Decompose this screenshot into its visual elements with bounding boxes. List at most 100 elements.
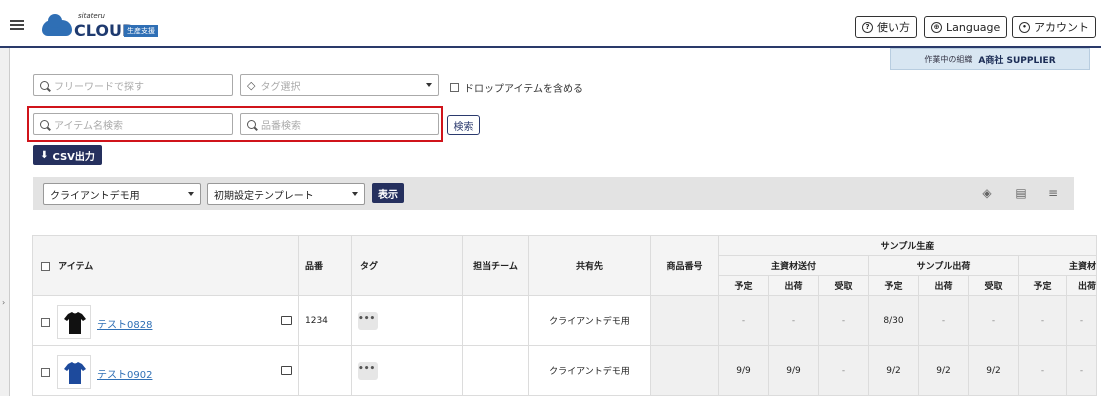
freeword-search-input[interactable]: フリーワードで探す [33, 74, 233, 96]
plan-header: 予定 [718, 275, 769, 296]
tag-more-button[interactable]: ••• [358, 361, 378, 380]
download-icon: ⬇ [40, 149, 49, 161]
date-cell[interactable]: - [768, 295, 819, 346]
checkbox[interactable] [450, 83, 459, 92]
item-cell: テスト0828 [32, 295, 299, 346]
template-select[interactable]: 初期設定テンプレート [207, 183, 365, 205]
col-item-header[interactable]: アイテム [32, 235, 299, 296]
date-cell[interactable]: - [1018, 345, 1067, 396]
main-material-2-header: 主資材 [1018, 255, 1097, 276]
table-row[interactable]: テスト0902 ••• クライアントデモ用 9/9 9/9 - 9/2 9/2 … [32, 345, 1097, 396]
include-dropped-label: ドロップアイテムを含める [464, 84, 583, 95]
sample-production-header: サンプル生産 [718, 235, 1097, 256]
ship-header: 出荷 [1066, 275, 1097, 296]
item-link[interactable]: テスト0828 [97, 316, 152, 331]
date-cell[interactable]: 9/2 [868, 345, 919, 396]
show-button[interactable]: 表示 [372, 183, 404, 203]
account-button[interactable]: • アカウント [1012, 16, 1096, 38]
tag-cell: ••• [351, 345, 463, 396]
question-icon: ? [862, 21, 873, 33]
col-team-header[interactable]: 担当チーム [462, 235, 529, 296]
language-label: Language [946, 20, 1001, 34]
tag-select[interactable]: ◇ タグ選択 [240, 74, 439, 96]
logo[interactable]: sitateru CLOUD 生産支援 [42, 12, 162, 40]
receive-header: 受取 [968, 275, 1019, 296]
date-cell[interactable]: 9/2 [968, 345, 1019, 396]
tshirt-navy-icon [64, 362, 86, 384]
user-icon: • [1019, 21, 1030, 33]
date-cell[interactable]: - [1066, 295, 1097, 346]
date-cell[interactable]: - [818, 345, 869, 396]
date-cell[interactable]: 9/9 [718, 345, 769, 396]
col-tag-header[interactable]: タグ [351, 235, 463, 296]
part-no-cell [298, 345, 352, 396]
hamburger-menu-icon[interactable] [10, 20, 24, 30]
sort-icon[interactable]: ≡ [1046, 186, 1060, 200]
tag-more-button[interactable]: ••• [358, 311, 378, 330]
chevron-down-icon [352, 192, 358, 196]
csv-label: CSV出力 [52, 151, 95, 163]
items-table: アイテム 品番 タグ 担当チーム 共有先 商品番号 サンプル生産 主資材送付 サ… [32, 235, 1097, 396]
template-select-value: 初期設定テンプレート [214, 190, 314, 202]
comment-icon[interactable] [281, 366, 292, 375]
logo-badge: 生産支援 [124, 25, 158, 37]
help-button[interactable]: ? 使い方 [855, 16, 917, 38]
account-label: アカウント [1034, 21, 1089, 34]
tag-cell: ••• [351, 295, 463, 346]
item-link[interactable]: テスト0902 [97, 366, 152, 381]
logo-small-text: sitateru [78, 12, 105, 20]
plan-header: 予定 [868, 275, 919, 296]
date-cell[interactable]: - [918, 295, 969, 346]
team-cell [462, 295, 529, 346]
row-checkbox[interactable] [41, 318, 50, 327]
sidebar-expand-icon[interactable]: › [2, 298, 5, 307]
cloud-logo-icon [42, 14, 72, 36]
select-all-checkbox[interactable] [41, 262, 50, 271]
client-select[interactable]: クライアントデモ用 [43, 183, 201, 205]
tag-placeholder: タグ選択 [260, 81, 301, 93]
view-filter-bar: クライアントデモ用 初期設定テンプレート 表示 ◈ ▤ ≡ [33, 177, 1074, 210]
date-cell[interactable]: - [968, 295, 1019, 346]
date-cell[interactable]: - [1018, 295, 1067, 346]
shared-cell: クライアントデモ用 [528, 345, 651, 396]
collapsed-sidebar[interactable]: › [0, 48, 10, 396]
product-no-cell [650, 295, 719, 346]
language-button[interactable]: ⊕ Language [924, 16, 1008, 38]
item-thumbnail[interactable] [57, 355, 91, 389]
layout-icon[interactable]: ▤ [1014, 186, 1028, 200]
chevron-down-icon [426, 83, 432, 87]
item-header-label: アイテム [58, 262, 94, 272]
ship-header: 出荷 [918, 275, 969, 296]
paint-bucket-icon[interactable]: ◈ [980, 186, 994, 200]
tshirt-black-icon [64, 312, 86, 334]
top-bar: sitateru CLOUD 生産支援 ? 使い方 ⊕ Language • ア… [0, 0, 1101, 48]
item-thumbnail[interactable] [57, 305, 91, 339]
org-prefix: 作業中の組織 [924, 54, 973, 64]
highlight-box [27, 106, 443, 142]
main-material-send-header: 主資材送付 [718, 255, 869, 276]
include-dropped-checkbox[interactable]: ドロップアイテムを含める [450, 80, 583, 95]
table-row[interactable]: テスト0828 1234 ••• クライアントデモ用 - - - 8/30 - … [32, 295, 1097, 346]
col-part-no-header[interactable]: 品番 [298, 235, 352, 296]
date-cell[interactable]: 9/2 [918, 345, 969, 396]
col-product-no-header[interactable]: 商品番号 [650, 235, 719, 296]
date-cell[interactable]: 9/9 [768, 345, 819, 396]
search-icon [40, 80, 49, 90]
sample-ship-header: サンプル出荷 [868, 255, 1019, 276]
date-cell[interactable]: - [718, 295, 769, 346]
search-button[interactable]: 検索 [447, 115, 480, 135]
row-checkbox[interactable] [41, 368, 50, 377]
csv-export-button[interactable]: ⬇ CSV出力 [33, 145, 102, 165]
freeword-placeholder: フリーワードで探す [54, 81, 144, 93]
col-shared-header[interactable]: 共有先 [528, 235, 651, 296]
ship-header: 出荷 [768, 275, 819, 296]
help-label: 使い方 [877, 21, 910, 34]
shared-cell: クライアントデモ用 [528, 295, 651, 346]
date-cell[interactable]: 8/30 [868, 295, 919, 346]
plan-header: 予定 [1018, 275, 1067, 296]
date-cell[interactable]: - [818, 295, 869, 346]
date-cell[interactable]: - [1066, 345, 1097, 396]
receive-header: 受取 [818, 275, 869, 296]
team-cell [462, 345, 529, 396]
comment-icon[interactable] [281, 316, 292, 325]
